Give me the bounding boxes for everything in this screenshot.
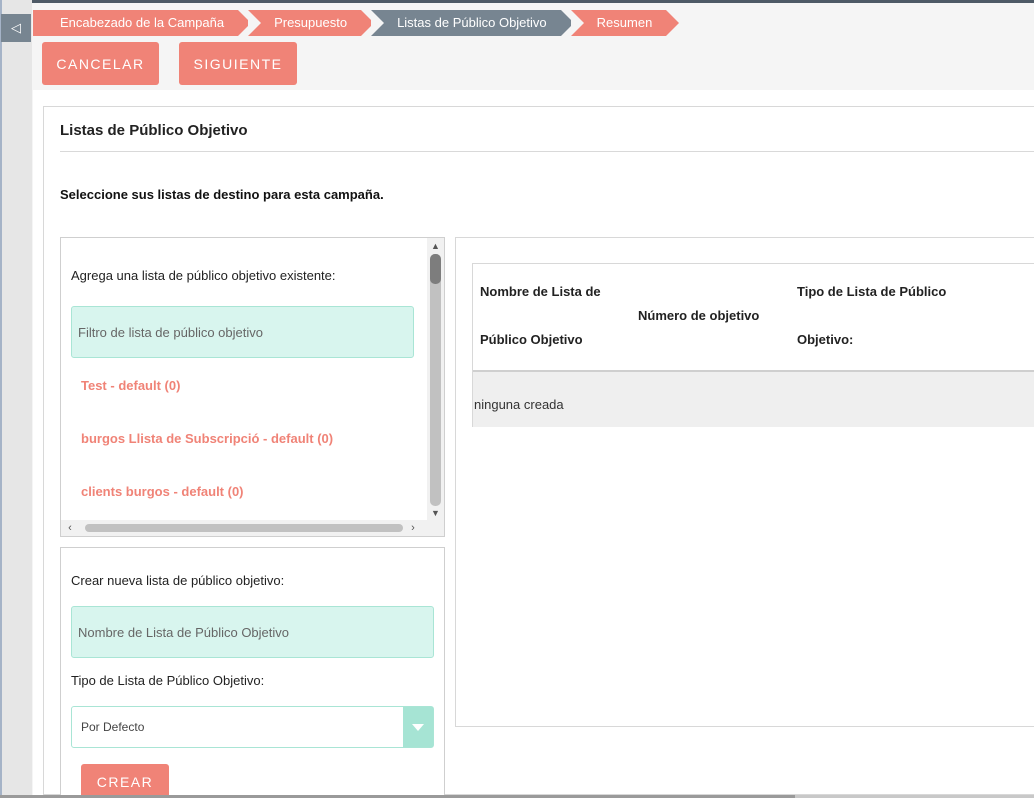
column-header-name-line2: Público Objetivo bbox=[480, 332, 583, 347]
left-sidebar-strip bbox=[0, 0, 32, 798]
chevron-down-icon[interactable] bbox=[403, 707, 433, 747]
scroll-up-icon[interactable]: ▲ bbox=[427, 239, 444, 253]
cancel-button[interactable]: CANCELAR bbox=[42, 42, 159, 85]
breadcrumb-target-lists[interactable]: Listas de Público Objetivo bbox=[371, 10, 574, 36]
top-border bbox=[0, 0, 1034, 3]
left-edge-line bbox=[0, 0, 2, 798]
breadcrumb-summary[interactable]: Resumen bbox=[570, 10, 679, 36]
target-list-name-input[interactable] bbox=[71, 606, 434, 658]
list-type-value: Por Defecto bbox=[81, 720, 145, 734]
list-type-select[interactable]: Por Defecto bbox=[71, 706, 434, 748]
breadcrumb-budget[interactable]: Presupuesto bbox=[248, 10, 375, 36]
wizard-breadcrumb: Encabezado de la Campaña Presupuesto Lis… bbox=[33, 10, 679, 36]
column-header-type-line2: Objetivo: bbox=[797, 332, 854, 347]
table-row: ninguna creada bbox=[473, 372, 1034, 427]
instruction-text: Seleccione sus listas de destino para es… bbox=[60, 187, 384, 202]
existing-lists-label: Agrega una lista de público objetivo exi… bbox=[71, 268, 336, 283]
selected-lists-table: Nombre de Lista de Público Objetivo Núme… bbox=[472, 263, 1034, 427]
list-item[interactable]: Test - default (0) bbox=[81, 378, 180, 393]
empty-message: ninguna creada bbox=[474, 397, 564, 412]
existing-lists-box: Agrega una lista de público objetivo exi… bbox=[60, 237, 445, 537]
create-list-label: Crear nueva lista de público objetivo: bbox=[71, 573, 285, 588]
horizontal-scrollbar-thumb[interactable] bbox=[85, 524, 403, 532]
list-item[interactable]: burgos Llista de Subscripció - default (… bbox=[81, 431, 333, 446]
scrollbar-track bbox=[430, 254, 441, 506]
title-divider bbox=[60, 151, 1034, 152]
horizontal-scrollbar[interactable]: ‹ › bbox=[61, 520, 444, 536]
breadcrumb-campaign-header[interactable]: Encabezado de la Campaña bbox=[33, 10, 252, 36]
scroll-right-icon[interactable]: › bbox=[406, 520, 420, 536]
collapse-sidebar-icon[interactable]: ◁ bbox=[1, 14, 31, 42]
create-list-box: Crear nueva lista de público objetivo: T… bbox=[60, 547, 445, 798]
list-item[interactable]: clients burgos - default (0) bbox=[81, 484, 244, 499]
column-header-number: Número de objetivo bbox=[638, 308, 760, 323]
create-button[interactable]: CREAR bbox=[81, 764, 169, 798]
panel-title: Listas de Público Objetivo bbox=[60, 122, 248, 139]
column-header-name-line1: Nombre de Lista de bbox=[480, 284, 601, 299]
vertical-scrollbar[interactable]: ▲ ▼ bbox=[427, 238, 444, 521]
scroll-down-icon[interactable]: ▼ bbox=[427, 506, 444, 520]
list-type-label: Tipo de Lista de Público Objetivo: bbox=[71, 673, 265, 688]
scroll-left-icon[interactable]: ‹ bbox=[63, 520, 77, 536]
target-list-filter-input[interactable] bbox=[71, 306, 414, 358]
next-button[interactable]: SIGUIENTE bbox=[179, 42, 297, 85]
column-header-type-line1: Tipo de Lista de Público bbox=[797, 284, 947, 299]
scrollbar-thumb[interactable] bbox=[430, 254, 441, 284]
